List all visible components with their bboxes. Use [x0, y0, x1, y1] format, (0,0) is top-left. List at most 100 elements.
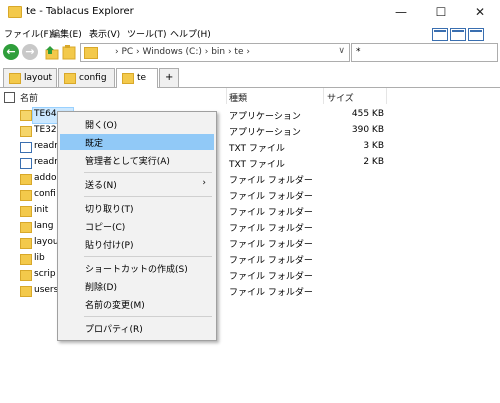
address-dropdown-icon[interactable]: ∨: [338, 46, 345, 56]
menu-separator: [84, 256, 212, 257]
menu-separator: [84, 172, 212, 173]
text-file-icon: [20, 158, 32, 169]
tab-config[interactable]: config: [58, 68, 115, 87]
column-type[interactable]: 種類: [229, 91, 247, 104]
file-name: lib: [34, 253, 45, 263]
back-arrow-icon[interactable]: ←: [3, 44, 19, 60]
application-icon: [20, 110, 32, 121]
file-name: init: [34, 205, 49, 215]
menu-item-paste[interactable]: 貼り付け(P): [60, 236, 214, 252]
file-size: 390 KB: [351, 125, 384, 135]
menu-item-label: 管理者として実行(A): [85, 157, 170, 167]
column-name[interactable]: 名前: [20, 91, 38, 104]
file-type: ファイル フォルダー: [229, 256, 313, 266]
tab-label: te: [137, 73, 147, 83]
filter-input[interactable]: *: [351, 43, 498, 62]
folder-tree-icon[interactable]: [62, 44, 76, 60]
menu-item-label: 名前の変更(M): [85, 301, 145, 311]
menu-item-label: ショートカットの作成(S): [85, 265, 188, 275]
menu-item-cut[interactable]: 切り取り(T): [60, 200, 214, 216]
folder-icon: [20, 286, 32, 297]
file-name: scrip: [34, 269, 56, 279]
tab-label: config: [79, 73, 107, 83]
folder-icon: [64, 73, 76, 84]
context-menu: 開く(O) 既定 管理者として実行(A) 送る(N) › 切り取り(T) コピー(…: [57, 111, 217, 341]
menu-item-label: 削除(D): [85, 283, 117, 293]
window-title: te - Tablacus Explorer: [26, 6, 134, 17]
address-bar[interactable]: › PC › Windows (C:) › bin › te › ∨: [80, 43, 350, 62]
menu-item-label: 開く(O): [85, 121, 118, 131]
column-size[interactable]: サイズ: [327, 91, 354, 104]
file-name: TE64: [34, 109, 57, 119]
tab-label: layout: [24, 73, 53, 83]
application-icon: [20, 126, 32, 137]
menu-item-delete[interactable]: 削除(D): [60, 278, 214, 294]
column-divider[interactable]: [386, 88, 387, 104]
file-type: ファイル フォルダー: [229, 176, 313, 186]
forward-arrow-icon[interactable]: →: [22, 44, 38, 60]
layout-1-icon[interactable]: [432, 28, 448, 41]
menu-item-open[interactable]: 開く(O): [60, 116, 214, 132]
text-file-icon: [20, 142, 32, 153]
file-type: ファイル フォルダー: [229, 208, 313, 218]
folder-icon: [20, 238, 32, 249]
menu-file[interactable]: ファイル(F): [4, 27, 52, 40]
menu-item-create-shortcut[interactable]: ショートカットの作成(S): [60, 260, 214, 276]
up-folder-icon[interactable]: [44, 44, 60, 60]
menu-help[interactable]: ヘルプ(H): [170, 27, 211, 40]
menu-item-copy[interactable]: コピー(C): [60, 218, 214, 234]
file-name: layou: [34, 237, 59, 247]
filter-value: *: [356, 47, 361, 57]
menu-item-rename[interactable]: 名前の変更(M): [60, 296, 214, 312]
file-type: アプリケーション: [229, 112, 301, 122]
file-type: ファイル フォルダー: [229, 224, 313, 234]
file-name: confi: [34, 189, 56, 199]
menu-item-label: コピー(C): [85, 223, 126, 233]
file-name: users: [34, 285, 59, 295]
layout-3-icon[interactable]: [468, 28, 484, 41]
plus-icon: +: [165, 72, 174, 83]
menu-tools[interactable]: ツール(T): [127, 27, 167, 40]
folder-icon: [20, 174, 32, 185]
address-folder-icon: [84, 47, 98, 59]
column-divider[interactable]: [323, 88, 324, 104]
file-size: 2 KB: [363, 157, 384, 167]
folder-icon: [20, 206, 32, 217]
file-type: ファイル フォルダー: [229, 272, 313, 282]
file-type: ファイル フォルダー: [229, 288, 313, 298]
menu-item-properties[interactable]: プロパティ(R): [60, 320, 214, 336]
folder-icon: [20, 270, 32, 281]
menu-edit[interactable]: 編集(E): [51, 27, 82, 40]
file-size: 455 KB: [351, 109, 384, 119]
tab-te[interactable]: te: [116, 68, 158, 88]
menu-item-send-to[interactable]: 送る(N) ›: [60, 176, 214, 192]
file-name: lang: [34, 221, 54, 231]
submenu-arrow-icon: ›: [202, 178, 206, 188]
menu-item-default[interactable]: 既定: [60, 134, 214, 150]
add-tab-button[interactable]: +: [159, 68, 179, 87]
folder-icon: [9, 73, 21, 84]
minimize-button[interactable]: —: [381, 0, 421, 24]
menu-separator: [84, 196, 212, 197]
tab-layout[interactable]: layout: [3, 68, 57, 87]
menu-item-label: 切り取り(T): [85, 205, 134, 215]
maximize-button[interactable]: ☐: [421, 0, 461, 24]
file-type: ファイル フォルダー: [229, 240, 313, 250]
file-type: TXT ファイル: [229, 160, 285, 170]
menu-view[interactable]: 表示(V): [89, 27, 120, 40]
menu-item-label: プロパティ(R): [85, 325, 143, 335]
folder-icon: [20, 222, 32, 233]
menu-item-label: 既定: [85, 139, 104, 149]
menu-separator: [84, 316, 212, 317]
layout-2-icon[interactable]: [450, 28, 466, 41]
menu-item-label: 送る(N): [85, 181, 117, 191]
file-type: TXT ファイル: [229, 144, 285, 154]
column-divider[interactable]: [226, 88, 227, 104]
menu-item-run-as-admin[interactable]: 管理者として実行(A): [60, 152, 214, 168]
file-type: ファイル フォルダー: [229, 192, 313, 202]
address-path[interactable]: › PC › Windows (C:) › bin › te ›: [115, 47, 250, 57]
folder-icon: [20, 190, 32, 201]
folder-icon: [20, 254, 32, 265]
close-button[interactable]: ✕: [460, 0, 500, 24]
select-all-checkbox[interactable]: [4, 92, 15, 103]
